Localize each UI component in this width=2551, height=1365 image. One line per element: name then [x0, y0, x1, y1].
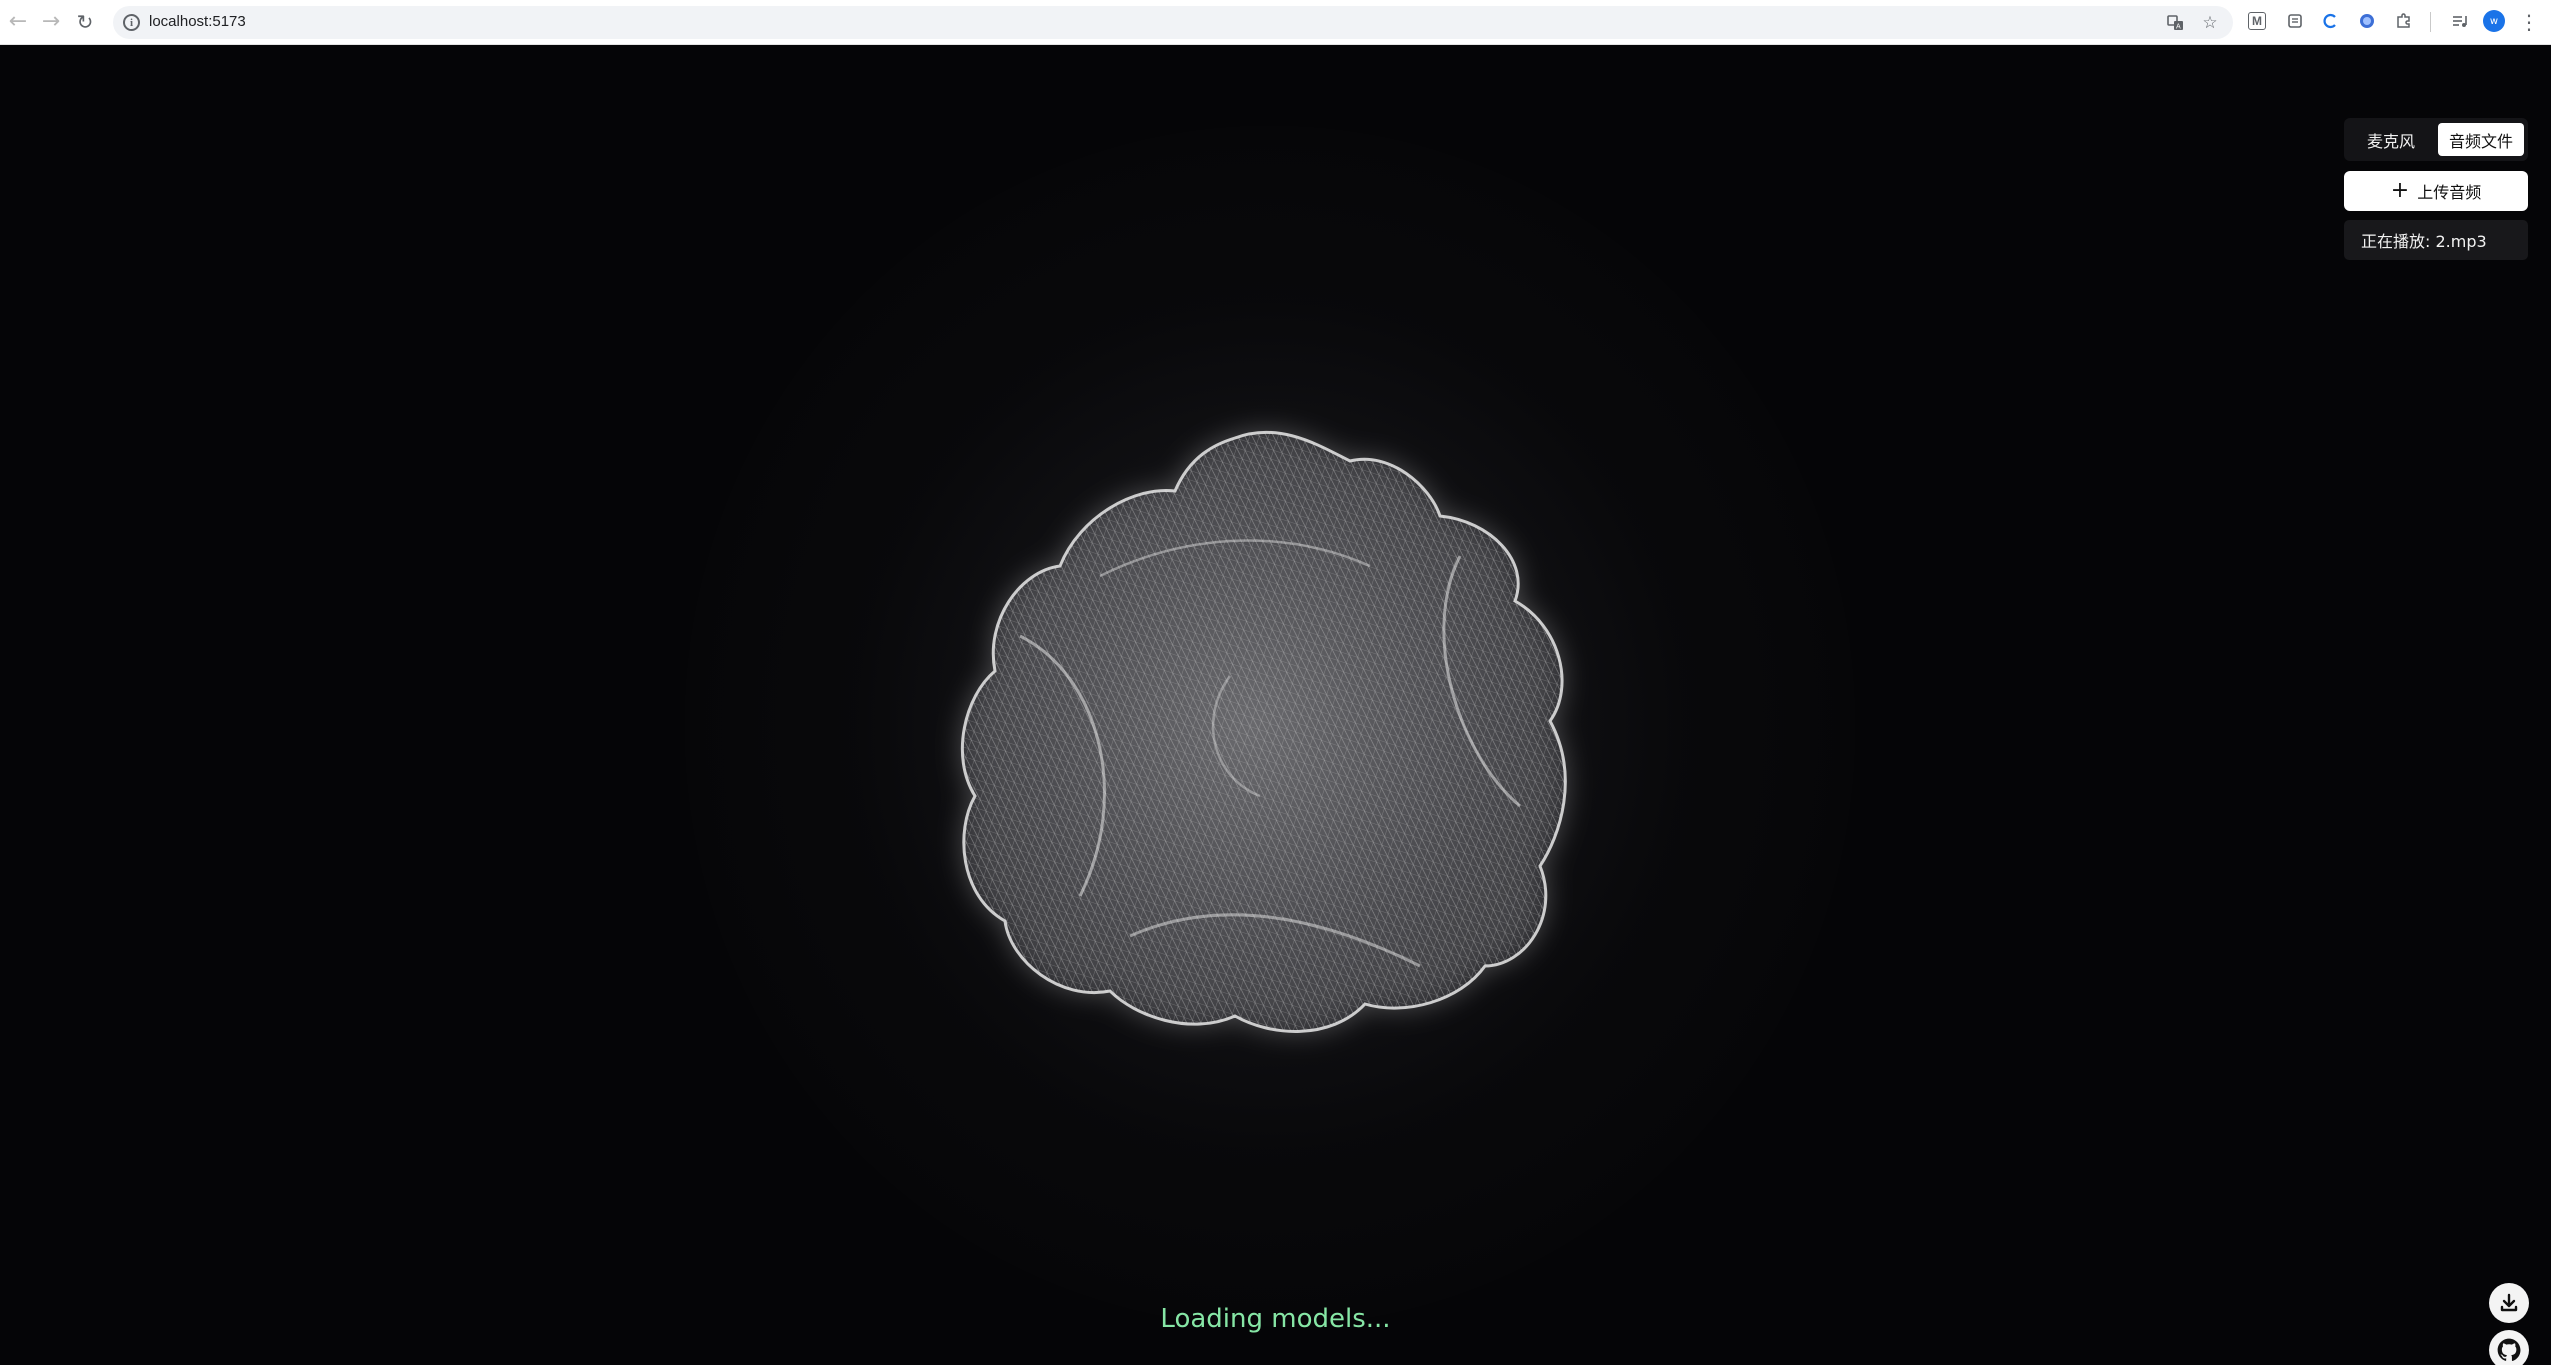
reload-icon[interactable]: ↻: [71, 8, 99, 36]
now-playing-status: 正在播放: 2.mp3: [2344, 220, 2528, 260]
microphone-mode-button[interactable]: 麦克风: [2348, 123, 2434, 156]
more-menu-icon[interactable]: ⋮: [2515, 8, 2543, 36]
plus-icon: +: [2390, 178, 2410, 203]
wireframe-audio-blob: [960, 430, 1567, 1033]
audio-control-panel: 麦克风 音频文件 + 上传音频 正在播放: 2.mp3: [2344, 118, 2528, 260]
svg-text:A: A: [2176, 24, 2181, 31]
address-bar[interactable]: i localhost:5173 A ☆: [113, 6, 2233, 39]
media-control-icon[interactable]: [2449, 10, 2471, 32]
audio-file-mode-button[interactable]: 音频文件: [2438, 123, 2524, 156]
toolbar-divider: [2430, 12, 2431, 32]
profile-avatar[interactable]: w: [2483, 10, 2505, 32]
back-arrow-icon[interactable]: ←: [4, 8, 32, 36]
visualizer-canvas[interactable]: 麦克风 音频文件 + 上传音频 正在播放: 2.mp3 Loading mode…: [0, 46, 2551, 1365]
extension-m-icon[interactable]: M: [2248, 12, 2266, 30]
browser-toolbar: ← → ↻ i localhost:5173 A ☆ M w ⋮: [0, 0, 2551, 45]
input-mode-switch: 麦克风 音频文件: [2344, 118, 2528, 161]
github-icon: [2497, 1338, 2521, 1361]
bookmark-star-icon[interactable]: ☆: [2200, 13, 2220, 33]
extension-globe-icon[interactable]: [2356, 10, 2378, 32]
forward-arrow-icon[interactable]: →: [37, 8, 65, 36]
download-icon: [2500, 1293, 2518, 1312]
url-text[interactable]: localhost:5173: [149, 13, 246, 30]
translate-icon[interactable]: A: [2166, 13, 2186, 33]
extensions-puzzle-icon[interactable]: [2393, 10, 2415, 32]
site-info-icon[interactable]: i: [123, 14, 140, 31]
extension-blue-c-icon[interactable]: [2320, 10, 2342, 32]
extension-doc-icon[interactable]: [2284, 10, 2306, 32]
github-link-button[interactable]: [2489, 1330, 2529, 1365]
upload-audio-button[interactable]: + 上传音频: [2344, 171, 2528, 211]
download-button[interactable]: [2489, 1283, 2529, 1323]
upload-audio-label: 上传音频: [2417, 183, 2482, 202]
loading-status-text: Loading models...: [1160, 1304, 1391, 1334]
